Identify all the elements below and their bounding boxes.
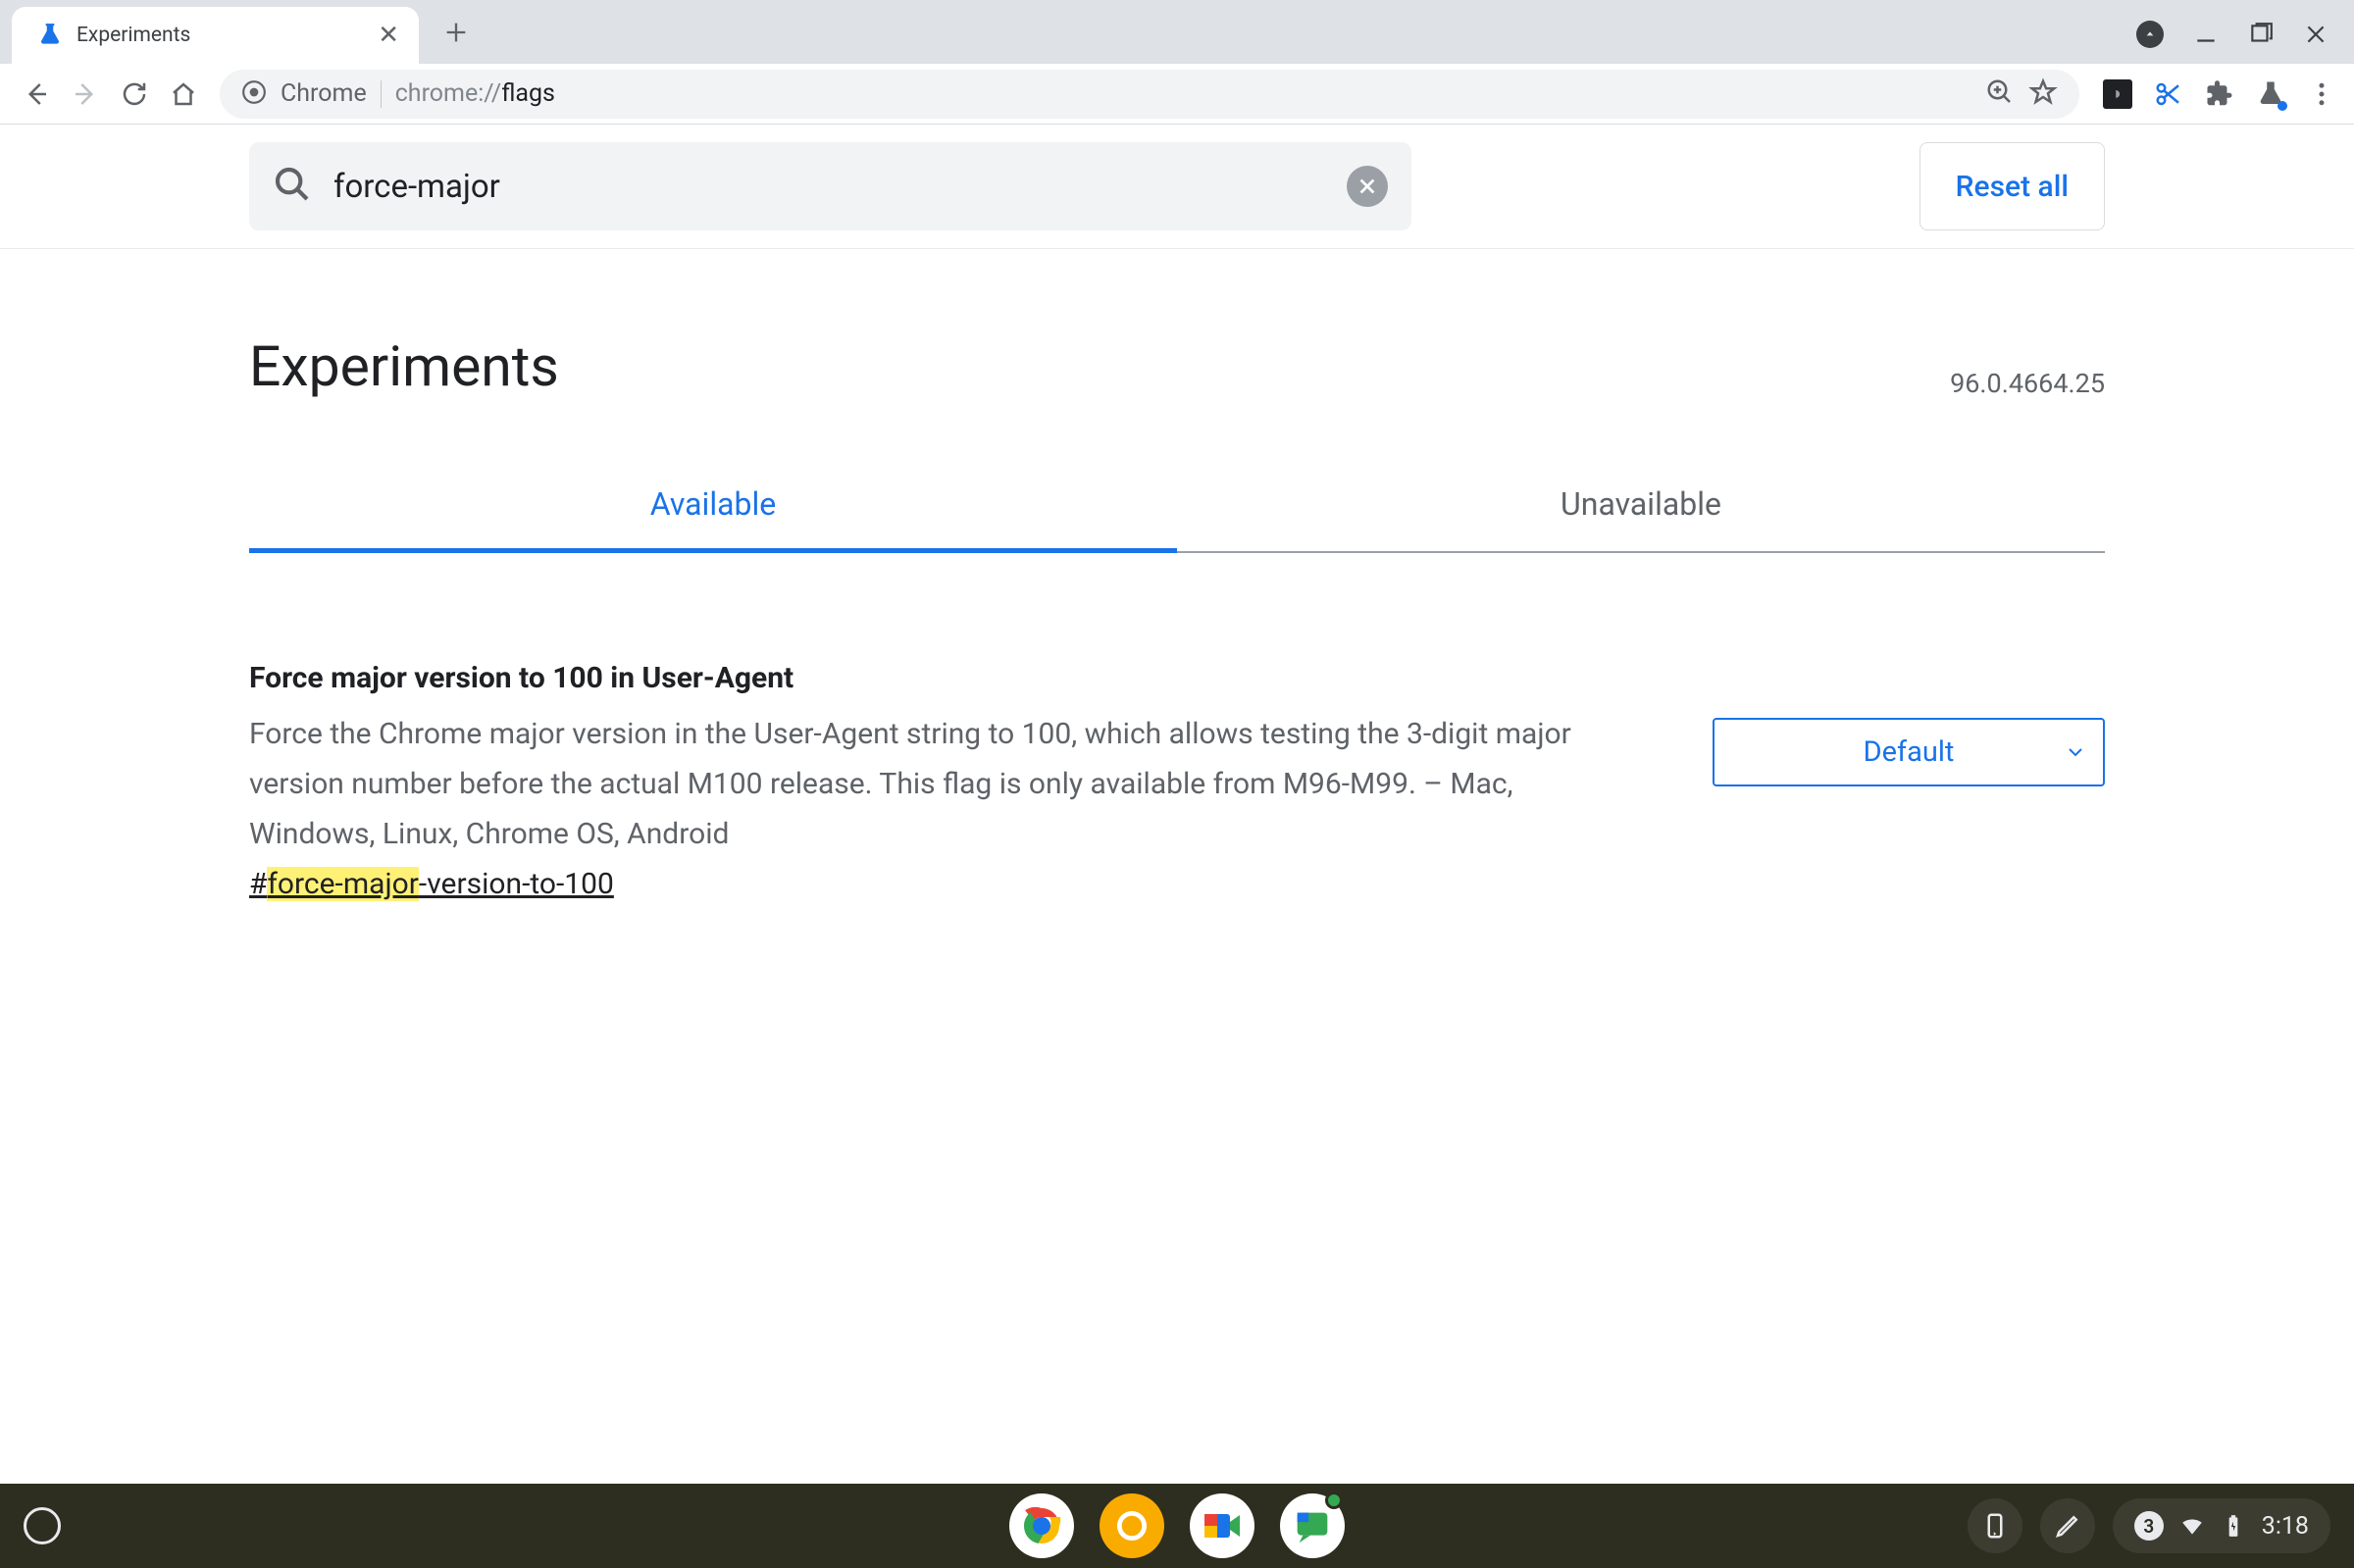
flags-search-input[interactable] bbox=[333, 168, 1325, 206]
flask-icon bbox=[37, 23, 63, 48]
app-files[interactable] bbox=[1100, 1493, 1164, 1558]
window-controls bbox=[2136, 21, 2354, 64]
flags-search-box bbox=[249, 142, 1411, 230]
back-button[interactable] bbox=[18, 76, 55, 113]
page-title: Experiments bbox=[249, 333, 559, 399]
battery-icon bbox=[2221, 1513, 2246, 1539]
tab-available[interactable]: Available bbox=[249, 485, 1177, 553]
new-tab-button[interactable] bbox=[442, 19, 470, 50]
reset-all-button[interactable]: Reset all bbox=[1919, 142, 2105, 230]
omnibox-path: flags bbox=[501, 79, 555, 108]
flag-entry: Force major version to 100 in User-Agent… bbox=[249, 661, 2105, 901]
chrome-icon bbox=[241, 79, 267, 109]
page-content: Reset all Experiments 96.0.4664.25 Avail… bbox=[0, 125, 2354, 901]
app-meet[interactable] bbox=[1190, 1493, 1254, 1558]
account-icon[interactable] bbox=[2136, 21, 2164, 48]
flag-description: Force the Chrome major version in the Us… bbox=[249, 709, 1642, 859]
separator bbox=[381, 80, 382, 108]
app-chrome[interactable] bbox=[1009, 1493, 1074, 1558]
extensions-icon[interactable] bbox=[2205, 79, 2234, 109]
flag-select-value: Default bbox=[1864, 735, 1955, 769]
toolbar-actions: ◗ bbox=[2097, 79, 2336, 109]
flag-state-select[interactable]: Default bbox=[1713, 718, 2105, 786]
search-icon bbox=[273, 165, 312, 208]
minimize-icon[interactable] bbox=[2193, 22, 2219, 47]
flag-anchor-link[interactable]: #force-major-version-to-100 bbox=[249, 867, 614, 901]
anchor-hash: # bbox=[249, 867, 267, 901]
browser-toolbar: Chrome chrome://flags ◗ bbox=[0, 64, 2354, 125]
home-button[interactable] bbox=[165, 76, 202, 113]
anchor-highlight: force-major bbox=[267, 867, 418, 901]
chromeos-shelf: 3 3:18 bbox=[0, 1484, 2354, 1568]
address-bar[interactable]: Chrome chrome://flags bbox=[220, 70, 2079, 119]
app-chat[interactable] bbox=[1280, 1493, 1345, 1558]
version-label: 96.0.4664.25 bbox=[1950, 368, 2105, 399]
labs-icon[interactable] bbox=[2256, 79, 2285, 109]
status-area[interactable]: 3 3:18 bbox=[2113, 1498, 2330, 1553]
tab-unavailable[interactable]: Unavailable bbox=[1177, 485, 2105, 553]
extension-square-icon[interactable]: ◗ bbox=[2103, 79, 2132, 109]
tray-stylus[interactable] bbox=[2040, 1498, 2095, 1553]
reload-button[interactable] bbox=[116, 76, 153, 113]
menu-icon[interactable] bbox=[2307, 79, 2336, 109]
scissors-icon[interactable] bbox=[2154, 79, 2183, 109]
anchor-rest: -version-to-100 bbox=[419, 867, 614, 901]
notification-dot-icon bbox=[1325, 1492, 1343, 1509]
close-icon[interactable]: ✕ bbox=[378, 23, 399, 48]
flag-title: Force major version to 100 in User-Agent bbox=[249, 661, 1654, 695]
clock: 3:18 bbox=[2262, 1512, 2309, 1541]
notification-count: 3 bbox=[2134, 1511, 2164, 1541]
maximize-icon[interactable] bbox=[2248, 22, 2274, 47]
omnibox-origin: Chrome bbox=[281, 79, 367, 108]
tab-strip: Experiments ✕ bbox=[0, 0, 2354, 64]
window-close-icon[interactable] bbox=[2303, 22, 2328, 47]
wifi-icon bbox=[2179, 1513, 2205, 1539]
chevron-down-icon bbox=[2064, 740, 2087, 764]
shelf-apps bbox=[1009, 1493, 1345, 1558]
clear-search-button[interactable] bbox=[1347, 166, 1388, 207]
tab-title: Experiments bbox=[77, 24, 364, 47]
forward-button[interactable] bbox=[67, 76, 104, 113]
tray-phone-hub[interactable] bbox=[1968, 1498, 2022, 1553]
star-icon[interactable] bbox=[2028, 77, 2058, 111]
zoom-icon[interactable] bbox=[1985, 77, 2015, 111]
flags-tabs: Available Unavailable bbox=[249, 485, 2105, 553]
launcher-button[interactable] bbox=[24, 1507, 61, 1544]
browser-tab[interactable]: Experiments ✕ bbox=[12, 7, 419, 64]
omnibox-path-prefix: chrome:// bbox=[395, 79, 501, 108]
